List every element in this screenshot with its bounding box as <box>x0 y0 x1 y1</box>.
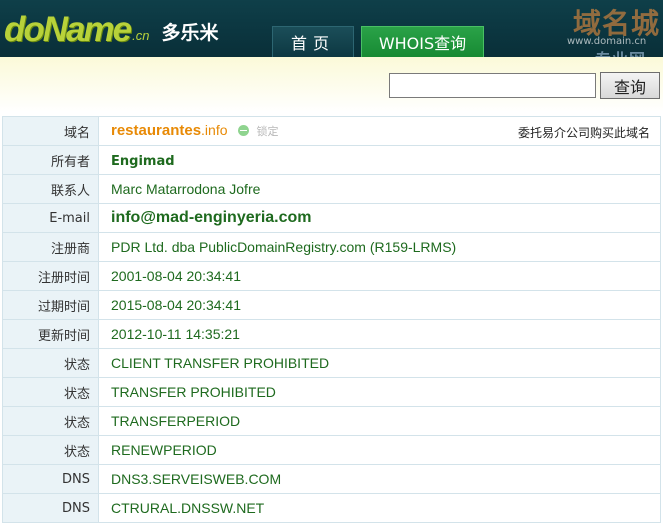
row-value: TRANSFERPERIOD <box>98 406 661 436</box>
table-row: 所有者 Engimad <box>2 145 661 175</box>
whois-result-table: 域名 restaurantes.info 锁定 委托易介公司购买此域名 所有者 E… <box>2 116 661 523</box>
logo-wordmark: doName <box>4 10 132 49</box>
email-address: info@mad-enginyeria.com <box>111 209 312 226</box>
logo-suffix: .cn <box>132 28 150 43</box>
row-label: DNS <box>2 464 99 494</box>
table-row: 域名 restaurantes.info 锁定 委托易介公司购买此域名 <box>2 116 661 146</box>
row-value: CTRURAL.DNSSW.NET <box>98 493 661 523</box>
table-row: 联系人 Marc Matarrodona Jofre <box>2 174 661 204</box>
tab-whois-query[interactable]: WHOIS查询 <box>361 26 484 57</box>
row-value: Engimad <box>98 145 661 175</box>
table-row: 状态 TRANSFERPERIOD <box>2 406 661 436</box>
table-row: 过期时间 2015-08-04 20:34:41 <box>2 290 661 320</box>
table-row: DNS CTRURAL.DNSSW.NET <box>2 493 661 523</box>
row-value: 2012-10-11 14:35:21 <box>98 319 661 349</box>
row-label: 域名 <box>2 116 99 146</box>
row-label: 状态 <box>2 377 99 407</box>
domain-cell: restaurantes.info 锁定 委托易介公司购买此域名 <box>98 116 661 146</box>
row-value: Marc Matarrodona Jofre <box>98 174 661 204</box>
logo-chinese-name: 多乐米 <box>161 22 219 44</box>
row-value: TRANSFER PROHIBITED <box>98 377 661 407</box>
table-row: 注册商 PDR Ltd. dba PublicDomainRegistry.co… <box>2 232 661 262</box>
row-value: PDR Ltd. dba PublicDomainRegistry.com (R… <box>98 232 661 262</box>
row-value: CLIENT TRANSFER PROHIBITED <box>98 348 661 378</box>
row-label: 联系人 <box>2 174 99 204</box>
table-row: DNS DNS3.SERVEISWEB.COM <box>2 464 661 494</box>
row-label: 状态 <box>2 348 99 378</box>
row-value: 2001-08-04 20:34:41 <box>98 261 661 291</box>
table-row: 状态 TRANSFER PROHIBITED <box>2 377 661 407</box>
row-label: 注册时间 <box>2 261 99 291</box>
broker-purchase-link[interactable]: 委托易介公司购买此域名 <box>518 124 650 141</box>
lock-status-icon <box>237 124 249 136</box>
row-label: E-mail <box>2 203 99 233</box>
row-value: RENEWPERIOD <box>98 435 661 465</box>
table-row: 更新时间 2012-10-11 14:35:21 <box>2 319 661 349</box>
search-input[interactable] <box>389 73 596 98</box>
row-label: 过期时间 <box>2 290 99 320</box>
row-label: 所有者 <box>2 145 99 175</box>
table-row: 状态 RENEWPERIOD <box>2 435 661 465</box>
table-row: 状态 CLIENT TRANSFER PROHIBITED <box>2 348 661 378</box>
table-row: 注册时间 2001-08-04 20:34:41 <box>2 261 661 291</box>
domain-name: restaurantes <box>111 121 202 139</box>
row-value: 2015-08-04 20:34:41 <box>98 290 661 320</box>
tab-home[interactable]: 首页 <box>272 26 354 57</box>
owner-name: Engimad <box>111 153 175 169</box>
watermark: 域名城 www.domain.cn 专业网 <box>551 2 661 57</box>
table-row: E-mail info@mad-enginyeria.com <box>2 203 661 233</box>
row-label: 状态 <box>2 406 99 436</box>
lock-status-label: 锁定 <box>256 124 279 138</box>
row-label: 状态 <box>2 435 99 465</box>
row-label: 注册商 <box>2 232 99 262</box>
site-logo[interactable]: doName .cn 多乐米 <box>4 10 218 50</box>
row-value: DNS3.SERVEISWEB.COM <box>98 464 661 494</box>
row-value: info@mad-enginyeria.com <box>98 203 661 233</box>
search-button[interactable]: 查询 <box>600 72 660 99</box>
row-label: DNS <box>2 493 99 523</box>
header-bar: doName .cn 多乐米 首页 WHOIS查询 域名城 www.domain… <box>0 0 663 57</box>
watermark-subtitle: 专业网 <box>595 46 646 57</box>
domain-tld: .info <box>201 121 228 138</box>
row-label: 更新时间 <box>2 319 99 349</box>
